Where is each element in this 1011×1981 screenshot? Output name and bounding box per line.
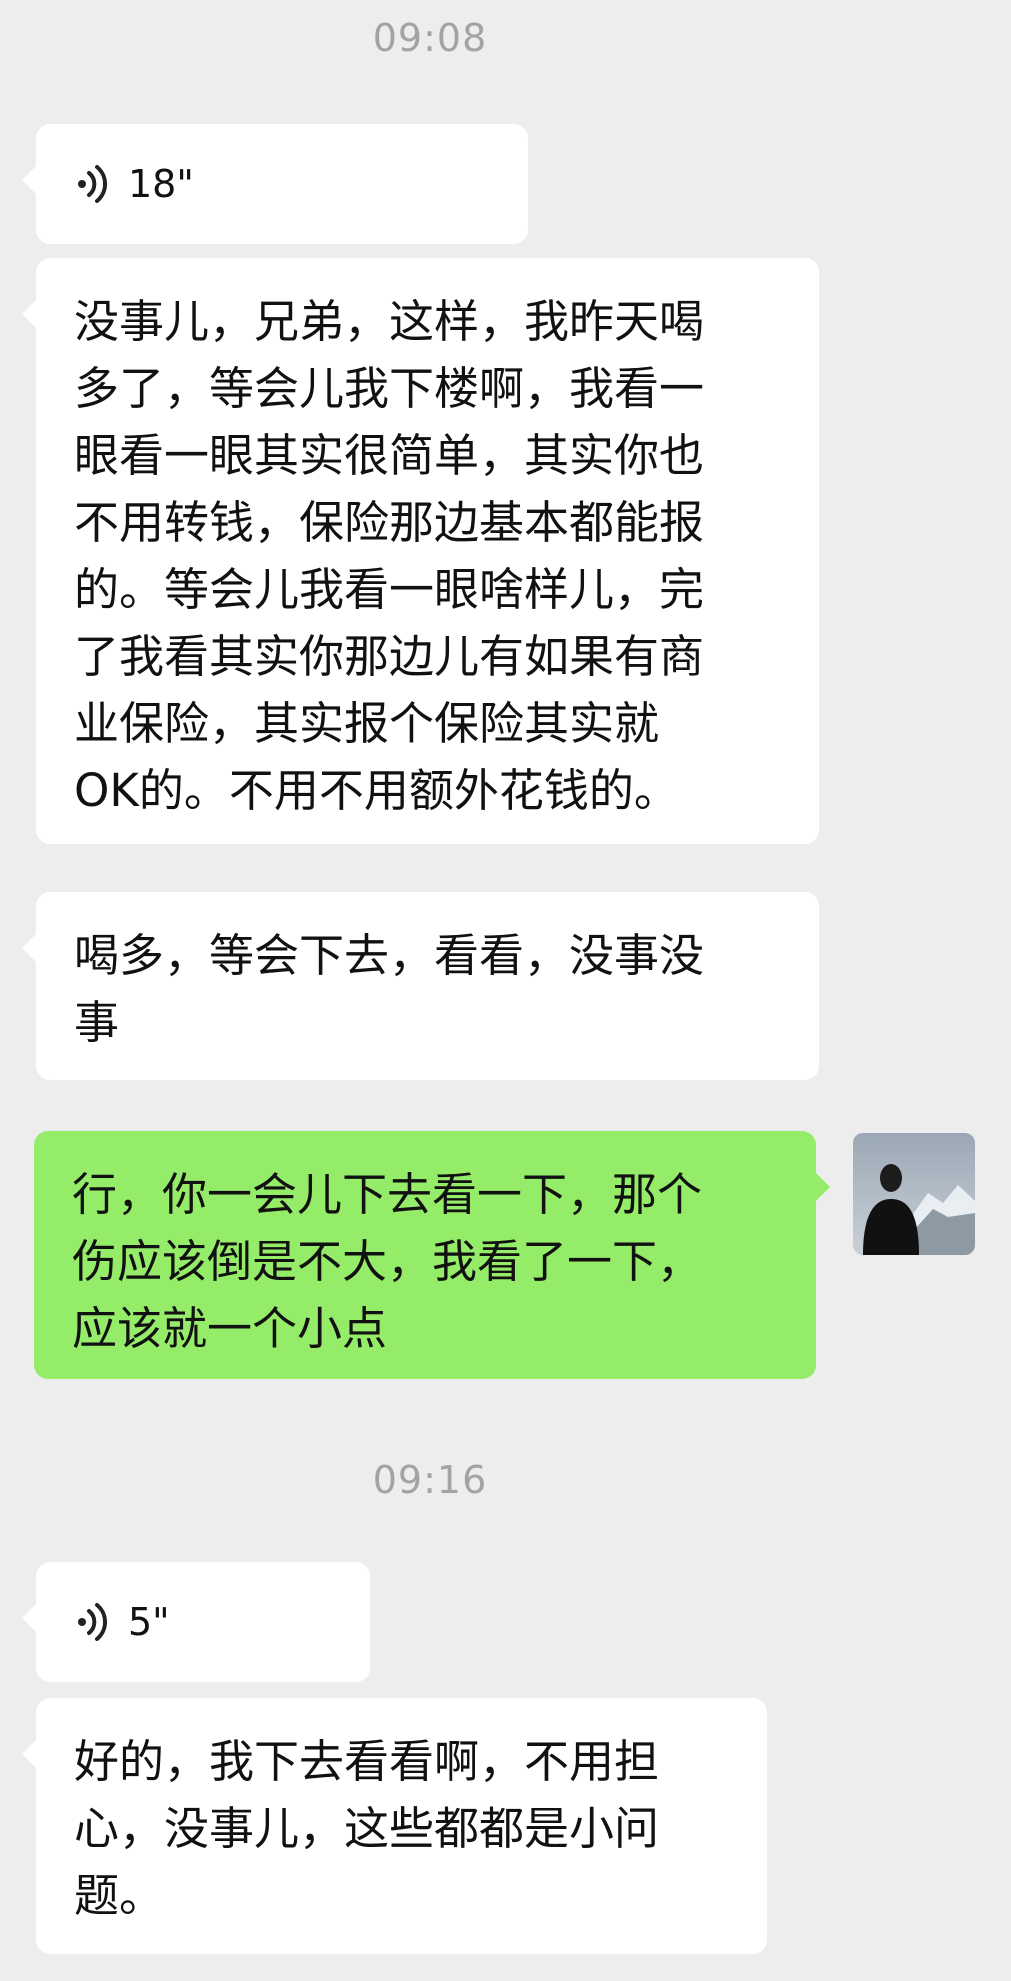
voice-wave-icon	[78, 165, 108, 203]
user-avatar[interactable]	[853, 1133, 975, 1255]
voice-duration: 5"	[128, 1600, 170, 1644]
voice-wave-icon	[78, 1603, 108, 1641]
text-message-bubble[interactable]: 喝多，等会下去，看看，没事没 事	[22, 892, 819, 1080]
timestamp: 09:16	[372, 1458, 488, 1502]
timestamp: 09:08	[372, 16, 488, 60]
message-text: 行，你一会儿下去看一下，那个 伤应该倒是不大，我看了一下， 应该就一个小点	[72, 1168, 703, 1355]
sent-message-bubble[interactable]: 行，你一会儿下去看一下，那个 伤应该倒是不大，我看了一下， 应该就一个小点	[34, 1131, 830, 1379]
message-text: 没事儿，兄弟，这样，我昨天喝 多了，等会儿我下楼啊，我看一 眼看一眼其实很简单，…	[74, 295, 705, 817]
message-text: 好的，我下去看看啊，不用担 心，没事儿，这些都都是小问 题。	[74, 1735, 660, 1922]
message-text: 喝多，等会下去，看看，没事没 事	[74, 929, 705, 1049]
voice-duration: 18"	[128, 162, 194, 206]
text-message-bubble[interactable]: 没事儿，兄弟，这样，我昨天喝 多了，等会儿我下楼啊，我看一 眼看一眼其实很简单，…	[22, 258, 819, 844]
text-message-bubble[interactable]: 好的，我下去看看啊，不用担 心，没事儿，这些都都是小问 题。	[22, 1698, 767, 1954]
voice-message-bubble[interactable]: 5"	[22, 1562, 370, 1682]
voice-message-bubble[interactable]: 18"	[22, 124, 528, 244]
avatar-image	[853, 1133, 975, 1255]
